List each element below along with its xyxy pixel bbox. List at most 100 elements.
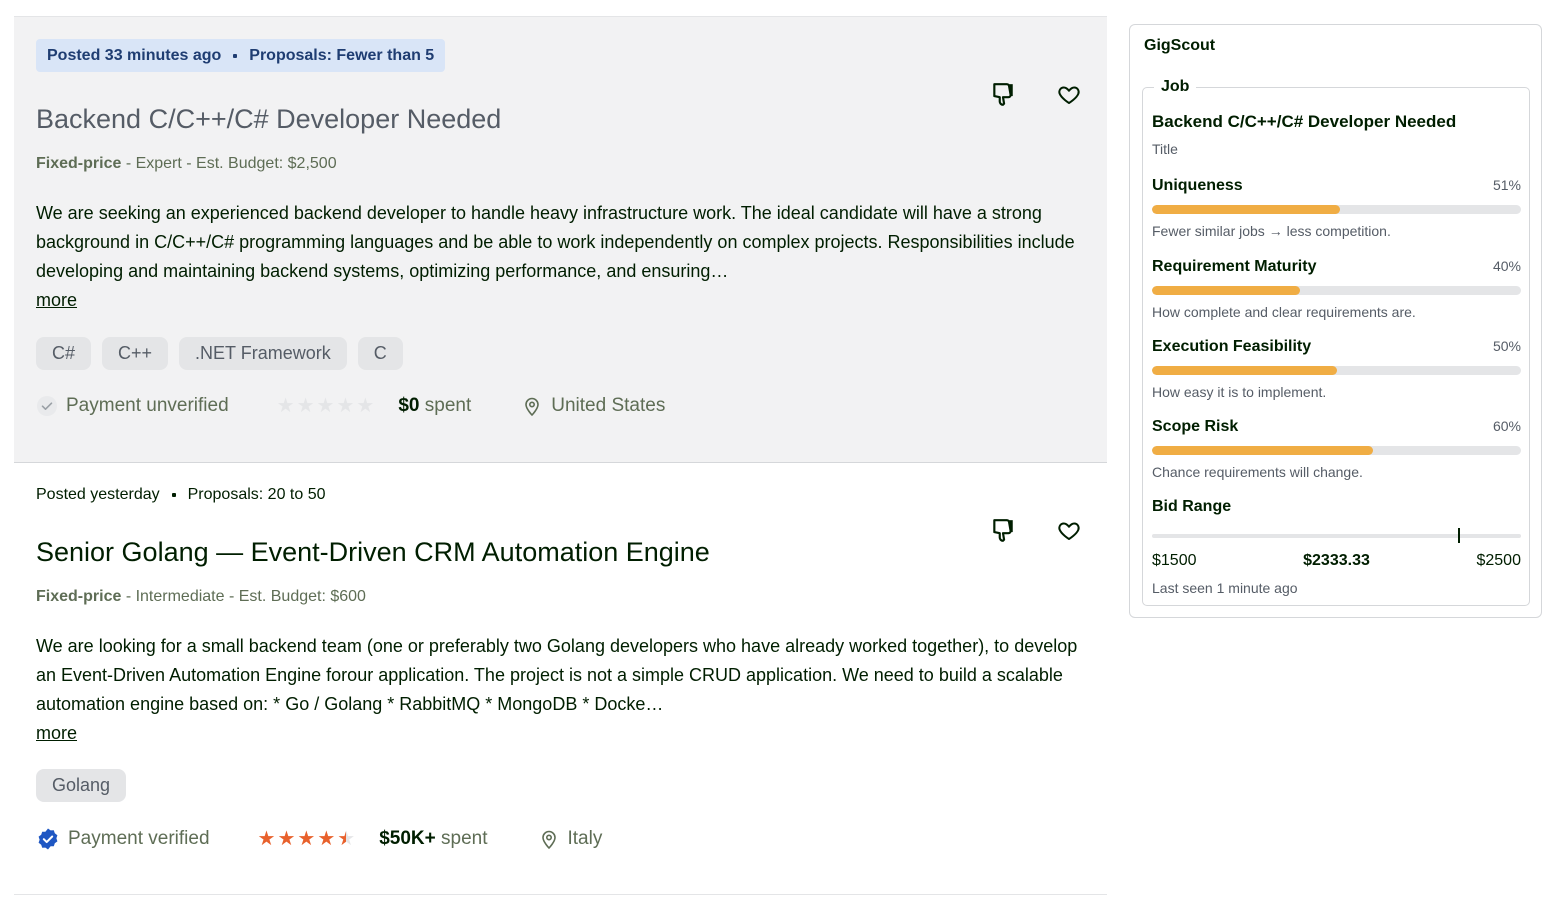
client-spent: $0 spent [398,395,471,417]
separator-dot [233,53,238,58]
description-text: We are looking for a small backend team … [36,636,1078,714]
progress-fill [1152,366,1337,375]
payment-label: Payment unverified [66,395,229,416]
metric-name: Execution Feasibility [1152,338,1312,355]
metric-description: How easy it is to implement. [1152,384,1327,400]
client-spent: $50K+ spent [379,828,487,850]
job-fieldset: Job Backend C/C++/C# Developer Needed Ti… [1142,78,1530,606]
thumbs-down-icon[interactable] [985,513,1021,549]
job-title[interactable]: Backend C/C++/C# Developer Needed [36,102,501,136]
spent-amount: $50K+ [379,828,436,849]
job-card[interactable]: Posted yesterday Proposals: 20 to 50 Sen… [14,463,1107,895]
job-title[interactable]: Senior Golang — Event-Driven CRM Automat… [36,535,710,569]
check-circle-icon [37,396,57,416]
star-icon: ★ [297,828,316,850]
client-rating: ★ ★ ★ ★ ★ [258,829,356,849]
client-location: United States [523,395,665,417]
job-description: We are seeking an experienced backend de… [36,199,1091,315]
panel-job-title: Backend C/C++/C# Developer Needed [1152,112,1457,131]
skill-tag[interactable]: C [357,337,403,370]
job-actions [985,513,1087,549]
description-text: We are seeking an experienced backend de… [36,203,1075,281]
metric-name: Requirement Maturity [1152,258,1317,275]
progress-fill [1152,205,1341,214]
job-description: We are looking for a small backend team … [36,632,1091,748]
bid-range: Bid Range $1500 $2333.33 $2500 Last seen… [1152,498,1521,596]
star-icon: ★ [336,395,355,417]
spent-label: spent [424,395,472,416]
client-location: Italy [540,828,603,850]
skill-tag[interactable]: C++ [102,337,169,370]
payment-status: Payment verified [36,827,210,851]
bid-min: $1500 [1152,552,1197,569]
metric-value: 50% [1492,338,1521,354]
metric-value: 60% [1492,418,1521,434]
gigscout-panel: GigScout Job Backend C/C++/C# Developer … [1129,24,1542,618]
progress-bar [1152,446,1521,455]
star-icon: ★ [337,828,356,850]
thumbs-down-icon[interactable] [985,77,1021,113]
panel-title: GigScout [1144,37,1216,54]
skill-tags: C# C++ .NET Framework C [36,337,403,370]
posted-time: Posted 33 minutes ago [47,46,222,64]
metric-name: Scope Risk [1152,418,1239,435]
star-icon: ★ [276,395,295,417]
client-rating: ★ ★ ★ ★ ★ [277,396,375,416]
job-type: Fixed-price [36,588,122,605]
job-terms: Fixed-price - Expert - Est. Budget: $2,5… [36,155,337,173]
separator-dot [171,493,176,497]
last-seen: Last seen 1 minute ago [1152,580,1298,596]
skill-tag[interactable]: .NET Framework [179,337,347,370]
job-card[interactable]: Posted 33 minutes ago Proposals: Fewer t… [14,17,1107,463]
progress-bar [1152,366,1521,375]
progress-fill [1152,446,1374,455]
client-info: Payment verified ★ ★ ★ ★ ★ $50K+ spent Italy [36,827,602,851]
fieldset-legend: Job [1154,78,1197,96]
metric-name: Uniqueness [1152,177,1243,194]
more-link[interactable]: more [36,286,77,315]
proposals-count: Proposals: Fewer than 5 [249,46,435,64]
job-type: Fixed-price [36,155,122,172]
skill-tag[interactable]: Golang [36,769,127,802]
star-icon: ★ [257,828,276,850]
heart-icon[interactable] [1051,77,1087,113]
metric-requirement-maturity: Requirement Maturity 40% How complete an… [1152,258,1521,320]
metric-description: How complete and clear requirements are. [1152,304,1416,320]
bid-range-values: $1500 $2333.33 $2500 [1152,552,1521,570]
posted-time: Posted yesterday [36,486,160,503]
metric-execution-feasibility: Execution Feasibility 50% How easy it is… [1152,338,1521,400]
job-meta: Posted 33 minutes ago Proposals: Fewer t… [36,39,446,72]
progress-bar [1152,286,1521,295]
heart-icon[interactable] [1051,513,1087,549]
metric-description: Chance requirements will change. [1152,464,1363,480]
bid-range-track [1152,528,1521,543]
star-icon: ★ [277,828,296,850]
proposals-count: Proposals: 20 to 50 [187,486,326,503]
bid-range-label: Bid Range [1152,498,1232,515]
metric-value: 40% [1492,258,1521,274]
bid-max: $2500 [1476,552,1521,569]
bid-value: $2333.33 [1303,552,1370,569]
progress-bar [1152,205,1521,214]
panel-job-title-caption: Title [1152,141,1178,157]
spent-amount: $0 [398,395,420,416]
progress-fill [1152,286,1300,295]
skill-tag[interactable]: C# [36,337,92,370]
metric-uniqueness: Uniqueness 51% Fewer similar jobs → less… [1152,177,1521,239]
location-label: Italy [567,828,603,849]
more-link[interactable]: more [36,719,77,748]
star-icon: ★ [316,395,335,417]
metric-scope-risk: Scope Risk 60% Chance requirements will … [1152,418,1521,480]
payment-status: Payment unverified [36,395,229,417]
verified-badge-icon [38,828,58,850]
job-details: - Intermediate - Est. Budget: $600 [125,588,366,605]
job-meta: Posted yesterday Proposals: 20 to 50 [36,485,326,505]
star-icon: ★ [356,395,375,417]
map-pin-icon [525,397,540,416]
spent-label: spent [441,828,488,849]
payment-label: Payment verified [68,828,210,849]
star-icon: ★ [296,395,315,417]
job-terms: Fixed-price - Intermediate - Est. Budget… [36,588,366,606]
job-actions [985,77,1087,113]
bid-marker [1458,528,1461,543]
